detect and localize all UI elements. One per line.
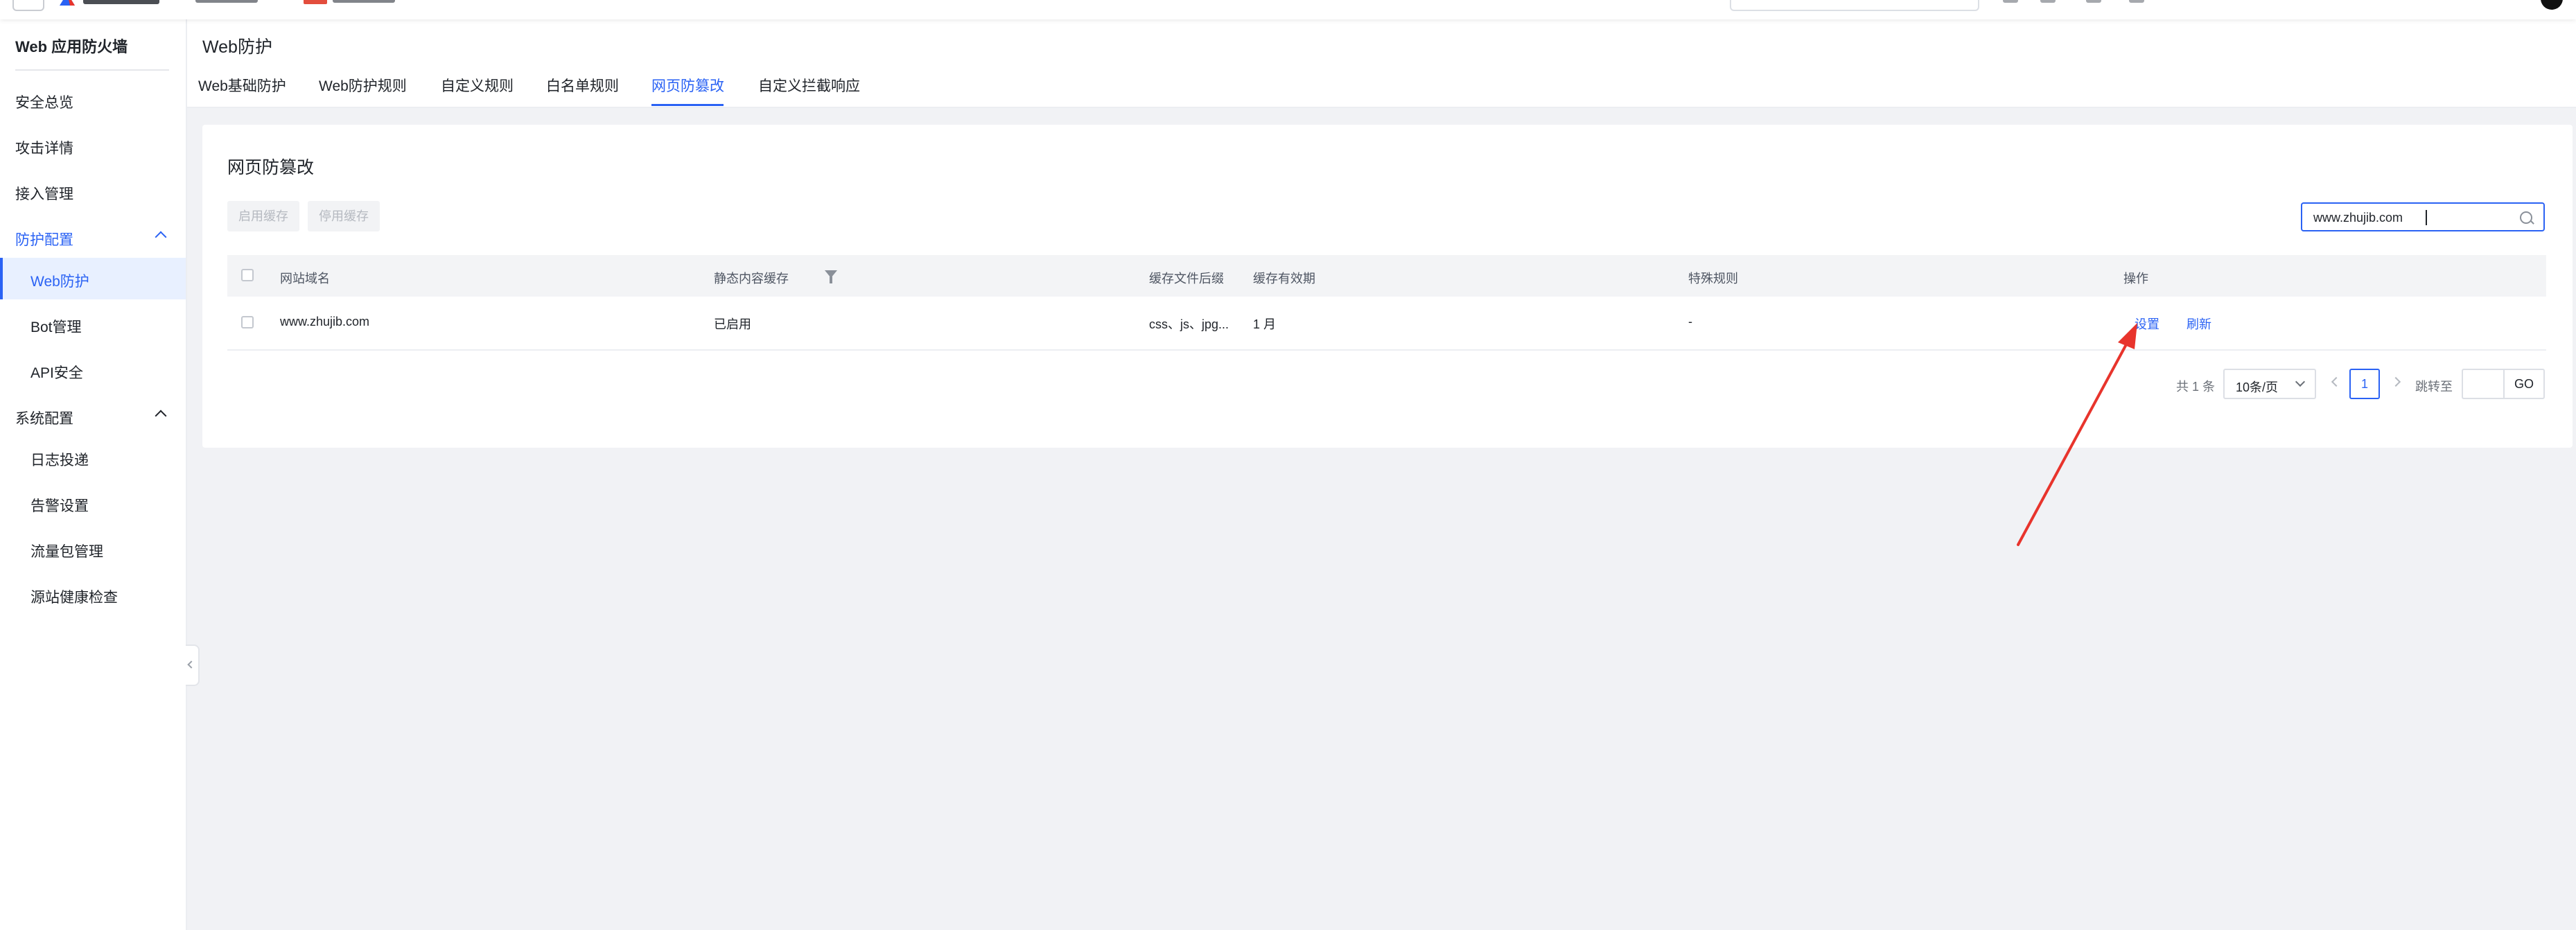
cell-cache-suffix: css、js、jpg... — [1149, 317, 1229, 331]
sidebar-item-alert-settings[interactable]: 告警设置 — [0, 482, 186, 524]
sidebar-item-label: 告警设置 — [30, 498, 89, 514]
settings-link[interactable]: 设置 — [2135, 315, 2159, 333]
tab-web-protection-rules[interactable]: Web防护规则 — [319, 75, 407, 96]
sidebar-item-label: 流量包管理 — [30, 544, 103, 560]
column-header-actions: 操作 — [2123, 272, 2148, 286]
sidebar-item-label: 源站健康检查 — [30, 590, 118, 606]
sidebar-group-protection-config[interactable]: 防护配置 — [0, 216, 186, 258]
sidebar-title: Web 应用防火墙 — [15, 38, 128, 55]
column-header-static-cache: 静态内容缓存 — [714, 272, 789, 286]
brand-logo-icon — [60, 0, 75, 6]
table-header: 网站域名 静态内容缓存 缓存文件后缀 缓存有效期 特殊规则 操作 — [227, 255, 2546, 297]
user-avatar[interactable] — [2541, 0, 2563, 10]
card-title: 网页防篡改 — [227, 158, 315, 177]
top-nav-item[interactable] — [195, 0, 258, 3]
tab-anti-tampering[interactable]: 网页防篡改 — [651, 75, 724, 96]
sidebar-item-log-delivery[interactable]: 日志投递 — [0, 437, 186, 478]
global-search-input[interactable] — [1730, 0, 1979, 11]
go-button[interactable]: GO — [2503, 369, 2545, 399]
chevron-up-icon — [155, 410, 167, 422]
sidebar-group-system-config[interactable]: 系统配置 — [0, 395, 186, 437]
tab-whitelist-rules[interactable]: 白名单规则 — [546, 75, 619, 96]
cell-domain: www.zhujib.com — [280, 315, 370, 328]
text-caret — [2426, 210, 2427, 225]
sidebar-item-origin-health-check[interactable]: 源站健康检查 — [0, 574, 186, 615]
sidebar-item-access-management[interactable]: 接入管理 — [0, 170, 186, 212]
domain-search-input[interactable]: www.zhujib.com — [2301, 202, 2545, 231]
sidebar-item-label: API安全 — [30, 365, 83, 381]
app-menu-icon[interactable] — [12, 0, 44, 11]
sidebar-item-api-security[interactable]: API安全 — [0, 349, 186, 391]
search-input-value: www.zhujib.com — [2313, 211, 2403, 225]
filter-icon[interactable] — [825, 270, 837, 283]
sidebar-item-label: Web防护 — [30, 274, 89, 290]
sidebar-item-security-overview[interactable]: 安全总览 — [0, 79, 186, 121]
table-row: www.zhujib.com 已启用 css、js、jpg... 1 月 - 设… — [227, 297, 2546, 351]
row-checkbox[interactable] — [241, 316, 254, 328]
sidebar-item-label: 接入管理 — [15, 186, 73, 202]
jump-to-input[interactable] — [2462, 369, 2503, 399]
chevron-down-icon — [2295, 376, 2306, 387]
chevron-up-icon — [155, 231, 167, 243]
select-all-checkbox[interactable] — [241, 269, 254, 281]
sidebar-divider — [15, 69, 169, 71]
sidebar-item-label: Bot管理 — [30, 319, 82, 335]
column-header-cache-suffix: 缓存文件后缀 — [1149, 272, 1224, 286]
sidebar-item-bot-management[interactable]: Bot管理 — [0, 304, 186, 345]
sidebar-item-label: 安全总览 — [15, 95, 73, 111]
pagination-total: 共 1 条 — [2176, 380, 2216, 394]
column-header-special-rules: 特殊规则 — [1688, 272, 1738, 286]
anti-tampering-card: 网页防篡改 启用缓存 停用缓存 www.zhujib.com 网站域名 静态内容… — [202, 125, 2573, 448]
sidebar-item-label: 攻击详情 — [15, 141, 73, 157]
column-header-domain: 网站域名 — [280, 272, 330, 286]
sidebar: Web 应用防火墙 安全总览 攻击详情 接入管理 防护配置 Web防护 Bot管… — [0, 19, 187, 930]
page-title: Web防护 — [202, 37, 272, 57]
top-nav-badge[interactable] — [304, 0, 327, 4]
page-number-current[interactable]: 1 — [2349, 369, 2380, 399]
brand-logo-text — [83, 0, 159, 4]
toolbar-icon[interactable] — [2129, 0, 2144, 3]
toolbar-icon[interactable] — [2003, 0, 2018, 3]
sidebar-item-label: 系统配置 — [15, 411, 73, 427]
toolbar-icon[interactable] — [2086, 0, 2101, 3]
column-header-cache-validity: 缓存有效期 — [1253, 272, 1315, 286]
tab-web-basic-protection[interactable]: Web基础防护 — [198, 75, 286, 96]
refresh-link[interactable]: 刷新 — [2187, 315, 2211, 333]
cell-static-cache: 已启用 — [714, 317, 751, 331]
page-header: Web防护 Web基础防护 Web防护规则 自定义规则 白名单规则 网页防篡改 … — [187, 19, 2576, 108]
sidebar-item-web-protection[interactable]: Web防护 — [0, 258, 186, 299]
sidebar-item-attack-details[interactable]: 攻击详情 — [0, 125, 186, 166]
toolbar-icon[interactable] — [2040, 0, 2056, 3]
sidebar-item-traffic-package[interactable]: 流量包管理 — [0, 528, 186, 570]
tab-custom-rules[interactable]: 自定义规则 — [441, 75, 514, 96]
jump-to-label: 跳转至 — [2415, 380, 2453, 394]
page-size-select[interactable]: 10条/页 — [2223, 369, 2316, 399]
tab-custom-block-response[interactable]: 自定义拦截响应 — [758, 75, 860, 96]
active-tab-indicator — [651, 104, 724, 106]
disable-cache-button[interactable]: 停用缓存 — [308, 201, 380, 231]
top-navigation-bar — [0, 0, 2576, 19]
sidebar-item-label: 日志投递 — [30, 453, 89, 468]
top-nav-item[interactable] — [333, 0, 395, 3]
next-page-icon[interactable] — [2390, 376, 2401, 387]
cell-cache-validity: 1 月 — [1253, 317, 1277, 331]
cell-special-rules: - — [1688, 315, 1692, 328]
enable-cache-button[interactable]: 启用缓存 — [227, 201, 299, 231]
sidebar-collapse-handle[interactable] — [186, 644, 200, 686]
prev-page-icon[interactable] — [2331, 376, 2342, 387]
page-size-value: 10条/页 — [2236, 380, 2279, 394]
search-icon[interactable] — [2520, 211, 2532, 224]
sidebar-item-label: 防护配置 — [15, 232, 73, 248]
